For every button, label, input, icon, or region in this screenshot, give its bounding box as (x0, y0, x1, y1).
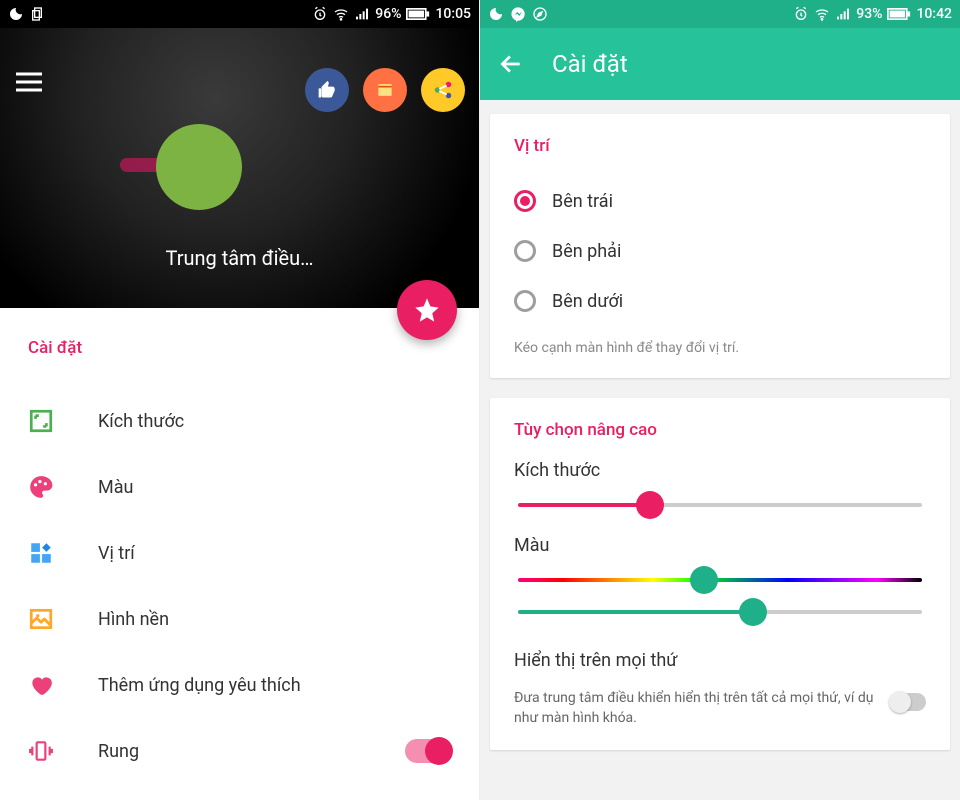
appbar-title: Cài đặt (552, 50, 628, 78)
overlay-description: Đưa trung tâm điều khiển hiển thị trên t… (514, 689, 876, 728)
alarm-icon (312, 6, 328, 22)
palette-icon (28, 474, 68, 500)
radio-label: Bên trái (552, 191, 613, 212)
row-vibrate[interactable]: Rung (28, 718, 451, 784)
row-label: Hình nền (98, 609, 451, 630)
screenshot-left: 96% 10:05 Trung tâm điều… Cài đặt (0, 0, 480, 800)
shade-slider[interactable] (514, 596, 926, 628)
vibrate-icon (28, 738, 68, 764)
position-card: Vị trí Bên trái Bên phải Bên dưới Kéo cạ… (490, 114, 950, 378)
screenshot-right: 93% 10:42 Cài đặt Vị trí Bên trái Bên ph… (480, 0, 960, 800)
card-title: Tùy chọn nâng cao (514, 420, 926, 440)
notes-button[interactable] (363, 68, 407, 112)
battery-icon (406, 6, 430, 22)
radio-icon (514, 290, 536, 312)
position-hint: Kéo cạnh màn hình để thay đổi vị trí. (514, 340, 926, 356)
wifi-icon (814, 6, 830, 22)
header-preview: Trung tâm điều… (0, 28, 479, 308)
status-bar: 96% 10:05 (0, 0, 479, 28)
slider-track (518, 503, 922, 507)
row-size[interactable]: Kích thước (28, 388, 451, 454)
radio-icon (514, 240, 536, 262)
card-title: Vị trí (514, 136, 926, 156)
overlay-title: Hiển thị trên mọi thứ (514, 650, 926, 671)
vibrate-toggle[interactable] (405, 739, 451, 763)
battery-percent: 96% (375, 6, 401, 22)
wifi-icon (333, 6, 349, 22)
alarm-icon (793, 6, 809, 22)
clock-text: 10:05 (435, 6, 471, 22)
moon-icon (488, 6, 504, 22)
clock-text: 10:42 (916, 6, 952, 22)
image-icon (28, 606, 68, 632)
advanced-card: Tùy chọn nâng cao Kích thước Màu (490, 398, 950, 750)
share-button[interactable] (421, 68, 465, 112)
row-label: Rung (98, 741, 405, 762)
radio-label: Bên dưới (552, 291, 623, 312)
hamburger-menu[interactable] (14, 70, 44, 94)
size-icon (28, 408, 68, 434)
row-label: Vị trí (98, 543, 451, 564)
radio-left[interactable]: Bên trái (514, 176, 926, 226)
row-color[interactable]: Màu (28, 454, 451, 520)
row-label: Màu (98, 477, 451, 498)
heart-icon (28, 672, 68, 698)
settings-list: Cài đặt Kích thước Màu Vị trí Hình nền T… (0, 308, 479, 800)
row-label: Thêm ứng dụng yêu thích (98, 675, 451, 696)
compass-icon (532, 6, 548, 22)
radio-icon (514, 190, 536, 212)
battery-icon (887, 6, 911, 22)
app-bar: Cài đặt (480, 28, 960, 100)
status-bar: 93% 10:42 (480, 0, 960, 28)
radio-right[interactable]: Bên phải (514, 226, 926, 276)
signal-icon (835, 6, 851, 22)
size-label: Kích thước (514, 460, 926, 481)
overlay-toggle[interactable] (890, 693, 926, 711)
tiles-icon (28, 540, 68, 566)
signal-icon (354, 6, 370, 22)
preview-handle (156, 124, 242, 210)
slider-thumb[interactable] (636, 491, 664, 519)
radio-bottom[interactable]: Bên dưới (514, 276, 926, 326)
row-position[interactable]: Vị trí (28, 520, 451, 586)
color-label: Màu (514, 535, 926, 556)
moon-icon (8, 6, 24, 22)
hue-slider[interactable] (514, 564, 926, 596)
slider-thumb[interactable] (690, 566, 718, 594)
slider-thumb[interactable] (739, 598, 767, 626)
slider-track (518, 610, 922, 614)
battery-percent: 93% (856, 6, 882, 22)
size-slider[interactable] (514, 489, 926, 521)
favorite-fab[interactable] (397, 280, 457, 340)
copy-icon (30, 6, 46, 22)
preview-caption: Trung tâm điều… (0, 246, 479, 270)
like-button[interactable] (305, 68, 349, 112)
row-label: Kích thước (98, 411, 451, 432)
settings-content: Vị trí Bên trái Bên phải Bên dưới Kéo cạ… (480, 100, 960, 800)
row-wallpaper[interactable]: Hình nền (28, 586, 451, 652)
section-title: Cài đặt (28, 338, 451, 358)
slider-track (518, 578, 922, 582)
row-favorites[interactable]: Thêm ứng dụng yêu thích (28, 652, 451, 718)
back-button[interactable] (498, 51, 524, 77)
radio-label: Bên phải (552, 241, 621, 262)
messenger-icon (510, 6, 526, 22)
